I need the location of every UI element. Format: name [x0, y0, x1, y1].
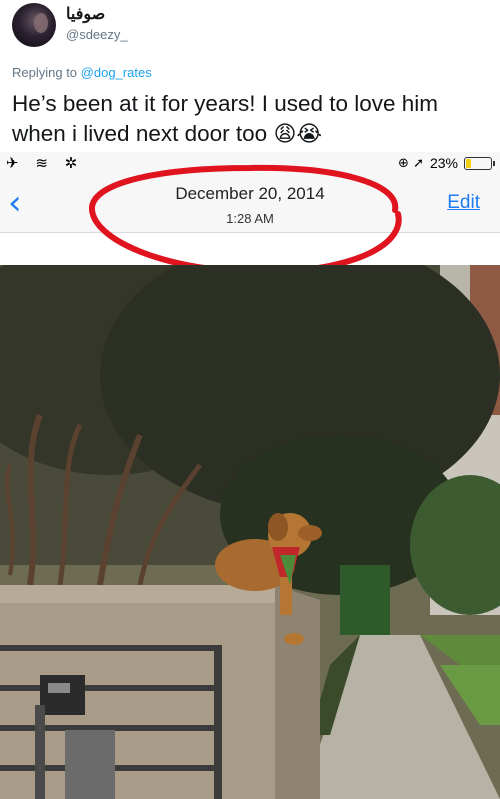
- tweet-header: صوفيا @sdeezy_: [0, 0, 500, 58]
- tweet-emojis: 😩😭: [273, 122, 323, 147]
- dog-photo: [0, 265, 500, 799]
- mention-link[interactable]: @dog_rates: [81, 65, 152, 80]
- replying-prefix: Replying to: [12, 65, 78, 80]
- tweet-body: He’s been at it for years! I used to lov…: [12, 91, 439, 146]
- display-name[interactable]: صوفيا: [66, 4, 105, 24]
- tweet-text: He’s been at it for years! I used to lov…: [12, 89, 497, 150]
- user-handle[interactable]: @sdeezy_: [66, 27, 128, 42]
- replying-to: Replying to @dog_rates: [12, 65, 152, 80]
- phone-screenshot[interactable]: ✈ ≋ ✲ ⊕ ➚ 23% ‹ December 20, 2014 1:28 A…: [0, 152, 500, 799]
- avatar[interactable]: [12, 3, 56, 47]
